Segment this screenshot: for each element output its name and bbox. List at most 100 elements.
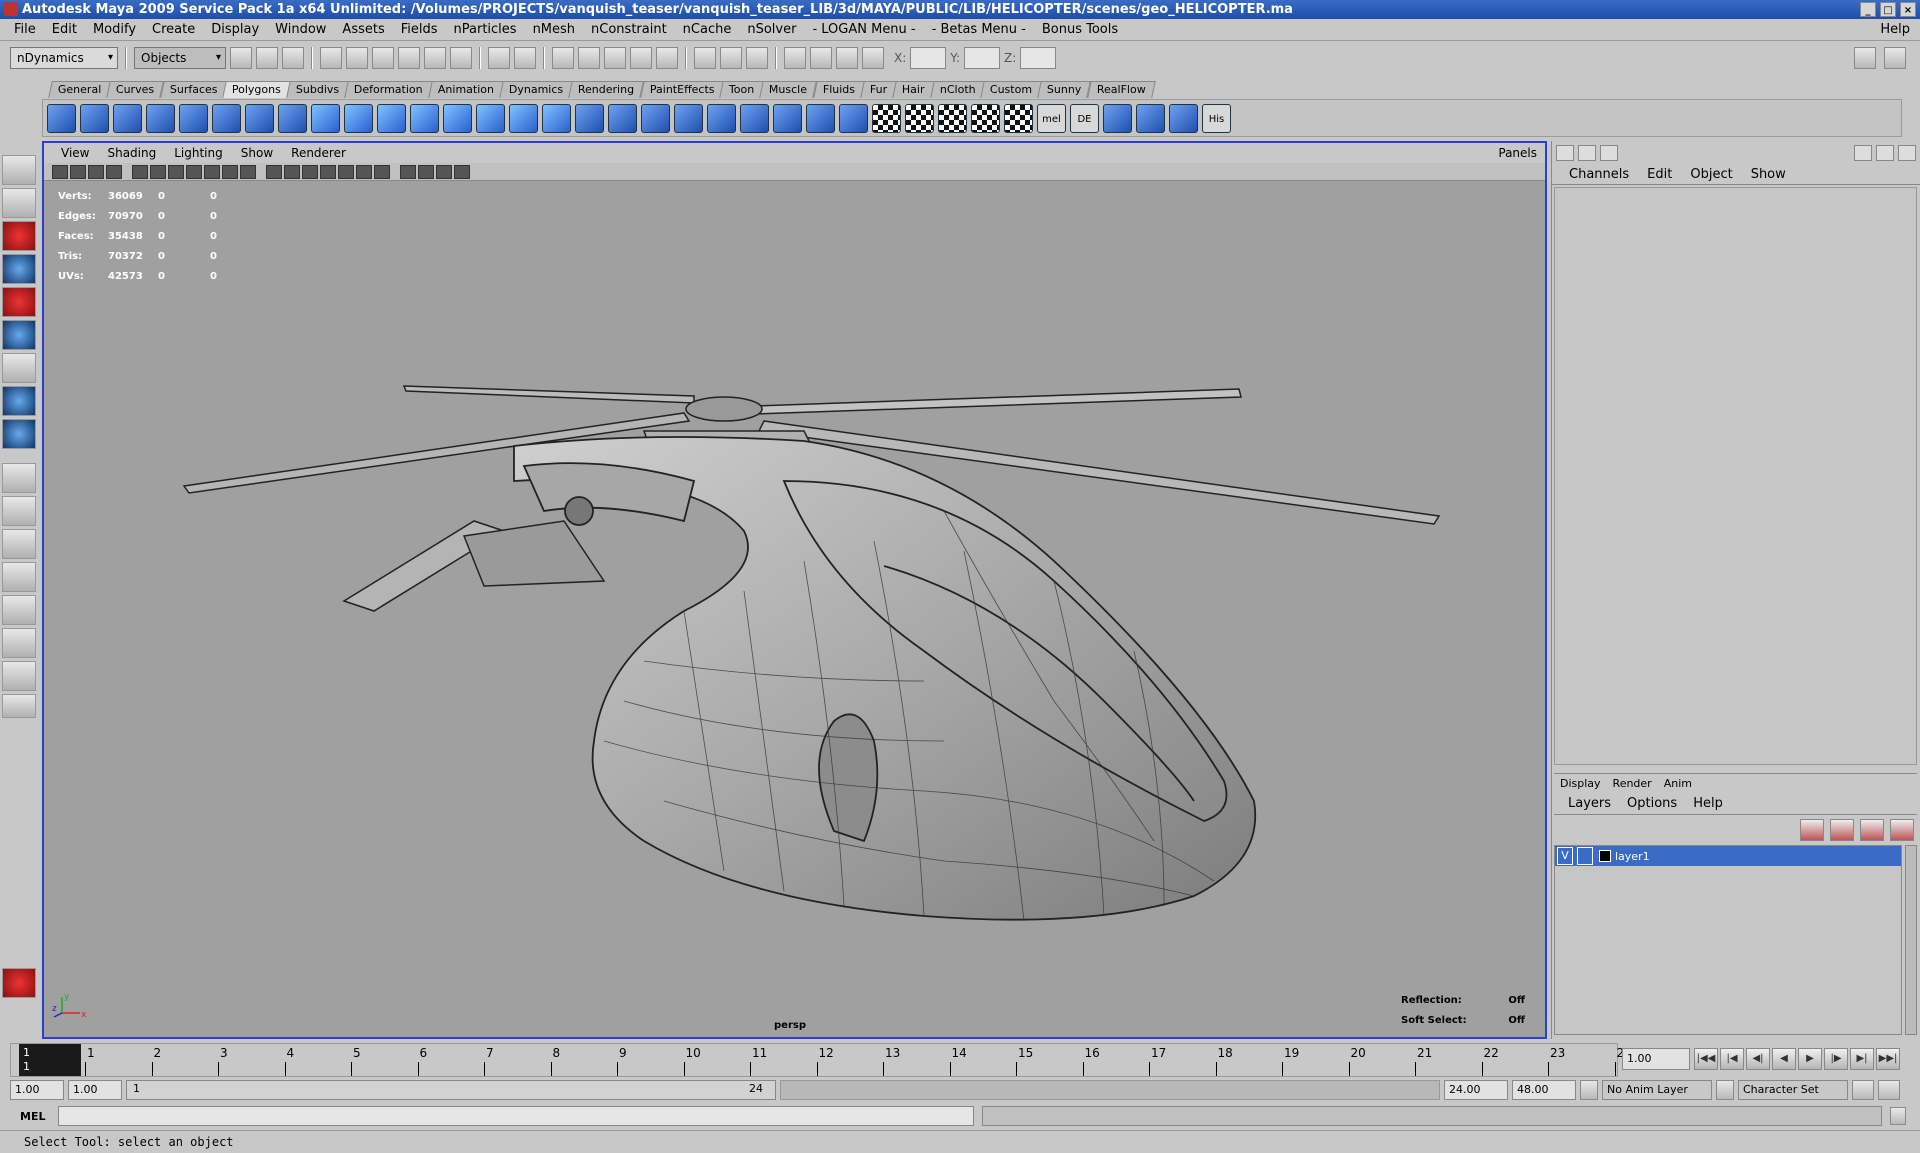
poly-prism-icon[interactable] xyxy=(245,103,274,133)
batch-render-icon[interactable] xyxy=(836,47,858,69)
image-plane-icon[interactable] xyxy=(106,164,122,179)
ambient-occlusion-icon[interactable] xyxy=(454,164,470,179)
layer-tab-render[interactable]: Render xyxy=(1607,777,1658,790)
play-backwards-button[interactable]: ◀ xyxy=(1772,1048,1796,1070)
menu-assets[interactable]: Assets xyxy=(334,22,392,37)
x-field[interactable] xyxy=(910,47,947,69)
attribute-editor-icon[interactable] xyxy=(1578,145,1596,161)
channelbox-menu-show[interactable]: Show xyxy=(1742,167,1795,182)
split-polygon-icon[interactable] xyxy=(674,103,703,133)
range-slider-start[interactable]: 1 xyxy=(133,1082,140,1095)
ipr-render-icon[interactable] xyxy=(578,47,600,69)
layer-name[interactable]: layer1 xyxy=(1615,850,1650,863)
menu-help[interactable]: Help xyxy=(1880,22,1910,37)
select-by-hierarchy-icon[interactable] xyxy=(230,47,252,69)
new-empty-layer-icon[interactable] xyxy=(1860,819,1884,841)
layer-row[interactable]: V layer1 xyxy=(1555,846,1901,866)
menu-modify[interactable]: Modify xyxy=(85,22,144,37)
select-tool-icon[interactable] xyxy=(2,155,36,185)
append-polygon-icon[interactable] xyxy=(641,103,670,133)
select-by-object-icon[interactable] xyxy=(256,47,278,69)
end-time-field[interactable]: 48.00 xyxy=(1512,1080,1576,1100)
new-layer-from-selection-icon[interactable] xyxy=(1890,819,1914,841)
layer-list-scrollbar[interactable] xyxy=(1905,845,1917,1035)
offset-edge-loop-icon[interactable] xyxy=(740,103,769,133)
maximize-button[interactable]: □ xyxy=(1880,2,1896,17)
menu-window[interactable]: Window xyxy=(267,22,334,37)
selection-mode-dropdown[interactable]: Objects xyxy=(134,47,226,69)
range-slider-end[interactable]: 24 xyxy=(749,1082,763,1095)
render-view-icon[interactable] xyxy=(1876,145,1894,161)
snap-plane-icon[interactable] xyxy=(398,47,420,69)
menu-display[interactable]: Display xyxy=(203,22,267,37)
script-editor-icon[interactable] xyxy=(1890,1107,1906,1125)
help-question-icon[interactable] xyxy=(450,47,472,69)
step-back-key-button[interactable]: |◀ xyxy=(1720,1048,1744,1070)
menu-nmesh[interactable]: nMesh xyxy=(525,22,583,37)
merge-icon[interactable] xyxy=(773,103,802,133)
time-slider[interactable]: 1 1 1 2 3 4 5 6 7 8 9 10 11 12 13 14 15 16 17 18 19 20 21 22 2… xyxy=(10,1043,1632,1077)
move-tool-icon[interactable] xyxy=(2,254,36,284)
layer-tab-display[interactable]: Display xyxy=(1554,777,1607,790)
grid-tool-icon[interactable] xyxy=(1103,103,1132,133)
select-camera-icon[interactable] xyxy=(52,164,68,179)
anim-layer-arrow-icon[interactable] xyxy=(1580,1080,1598,1100)
camera-icon[interactable] xyxy=(746,47,768,69)
last-tool-icon[interactable] xyxy=(2,463,36,493)
shelf-tab-dynamics[interactable]: Dynamics xyxy=(499,81,574,98)
poly-pipe-icon[interactable] xyxy=(278,103,307,133)
fill-hole-icon[interactable] xyxy=(509,103,538,133)
channelbox-menu-edit[interactable]: Edit xyxy=(1638,167,1681,182)
hypershade-icon[interactable] xyxy=(630,47,652,69)
sculpt-icon[interactable] xyxy=(839,103,868,133)
isolate-select-icon[interactable] xyxy=(400,164,416,179)
layer-menu-help[interactable]: Help xyxy=(1685,796,1731,811)
universal-manipulator-icon[interactable] xyxy=(2,353,36,383)
history-script-icon[interactable]: His xyxy=(1202,103,1231,133)
menu-edit[interactable]: Edit xyxy=(44,22,85,37)
spherical-mapping-icon[interactable] xyxy=(938,103,967,133)
y-field[interactable] xyxy=(964,47,1001,69)
animation-prefs-icon[interactable] xyxy=(1878,1080,1900,1100)
shelf-tab-realflow[interactable]: RealFlow xyxy=(1087,81,1156,98)
range-slider[interactable]: 1 24 xyxy=(126,1080,776,1100)
rgb-icon[interactable] xyxy=(1898,145,1916,161)
layer-tab-anim[interactable]: Anim xyxy=(1658,777,1698,790)
single-perspective-layout-icon[interactable] xyxy=(2,496,36,526)
show-hide-channel-box-icon[interactable] xyxy=(1884,47,1906,69)
xray-icon[interactable] xyxy=(320,164,336,179)
channel-box-body[interactable] xyxy=(1554,187,1917,765)
command-input[interactable] xyxy=(58,1106,974,1126)
menu-ncache[interactable]: nCache xyxy=(675,22,740,37)
lock-icon[interactable] xyxy=(488,47,510,69)
menu-create[interactable]: Create xyxy=(144,22,203,37)
playback-start-field[interactable]: 1.00 xyxy=(68,1080,122,1100)
layer-menu-options[interactable]: Options xyxy=(1619,796,1685,811)
persp-graph-layout-icon[interactable] xyxy=(2,595,36,625)
clapper-icon[interactable] xyxy=(784,47,806,69)
combine-icon[interactable] xyxy=(311,103,340,133)
poly-sphere-icon[interactable] xyxy=(47,103,76,133)
hypershade-layout-icon[interactable] xyxy=(2,628,36,658)
toolbox-expand-icon[interactable] xyxy=(2,694,36,718)
viewport-menu-shading[interactable]: Shading xyxy=(98,146,165,160)
shelf-tab-custom[interactable]: Custom xyxy=(980,81,1043,98)
insert-edge-loop-icon[interactable] xyxy=(707,103,736,133)
poly-cone-icon[interactable] xyxy=(146,103,175,133)
lasso-tool-icon[interactable] xyxy=(2,188,36,218)
channel-box-layers-icon[interactable] xyxy=(1600,145,1618,161)
viewport-menu-view[interactable]: View xyxy=(52,146,98,160)
field-chart-icon[interactable] xyxy=(204,164,220,179)
step-forward-key-button[interactable]: ▶| xyxy=(1850,1048,1874,1070)
show-manipulator-icon[interactable] xyxy=(2,419,36,449)
snap-curve-icon[interactable] xyxy=(346,47,368,69)
menu-bonus-tools[interactable]: Bonus Tools xyxy=(1034,22,1126,37)
channelbox-menu-channels[interactable]: Channels xyxy=(1560,167,1638,182)
film-icon[interactable] xyxy=(810,47,832,69)
shelf-tab-painteffects[interactable]: PaintEffects xyxy=(639,81,724,98)
channel-box-only-icon[interactable] xyxy=(1556,145,1574,161)
menu-nconstraint[interactable]: nConstraint xyxy=(583,22,675,37)
shelf-tab-hair[interactable]: Hair xyxy=(892,81,935,98)
playback-end-field[interactable]: 24.00 xyxy=(1444,1080,1508,1100)
close-button[interactable]: × xyxy=(1900,2,1916,17)
